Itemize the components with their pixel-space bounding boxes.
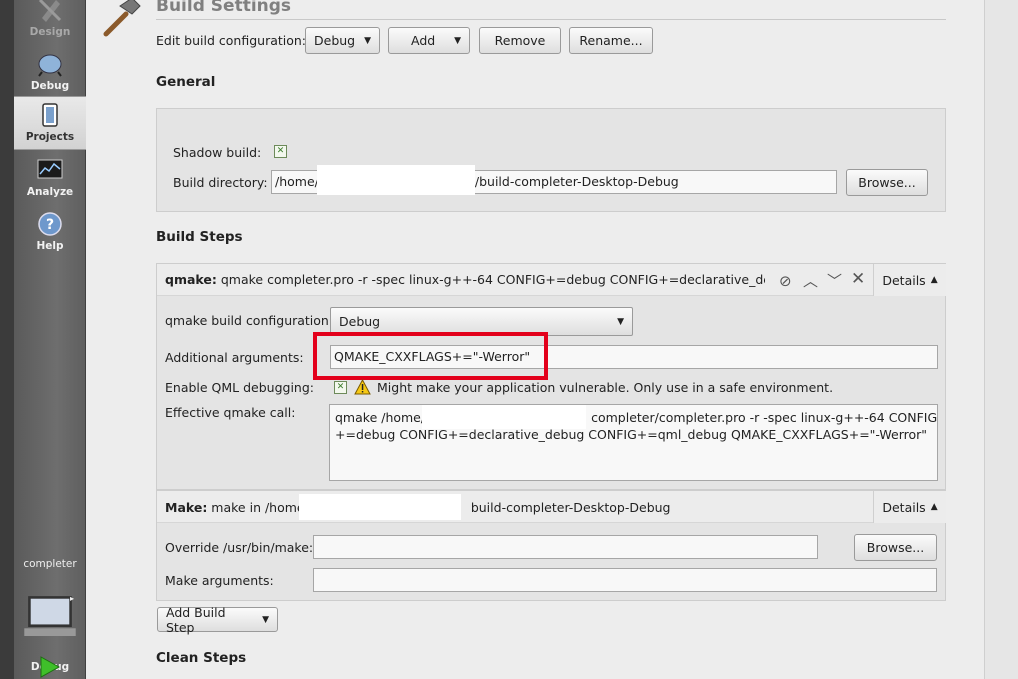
dropdown-arrow-icon: ▼ — [262, 614, 269, 625]
project-name: completer — [23, 558, 77, 570]
effective-call-prefix: qmake /home/ — [335, 410, 426, 425]
shadow-build-label: Shadow build: — [173, 145, 262, 160]
qmake-step-summary: qmake: qmake completer.pro -r -spec linu… — [165, 272, 765, 287]
mode-sidebar: Design Debug Projects Analyze ? Help com… — [14, 0, 86, 679]
chevron-up-icon: ▲ — [930, 275, 938, 285]
general-panel: Shadow build: ✕ Build directory: /home/ /… — [156, 108, 946, 212]
redacted-path — [317, 165, 475, 195]
projects-icon — [42, 103, 58, 127]
build-settings-page: Build Settings Edit build configuration:… — [86, 0, 984, 679]
additional-arguments-label: Additional arguments: — [165, 350, 304, 365]
highlight-box — [313, 332, 548, 380]
browse-build-dir-button[interactable]: Browse... — [846, 169, 928, 196]
build-dir-prefix: /home/ — [275, 174, 319, 189]
qmake-details-button[interactable]: Details ▲ — [873, 264, 946, 296]
add-build-step-label: Add Build Step — [166, 604, 226, 635]
qmake-details-label: Details — [882, 272, 926, 288]
qmake-step-panel: qmake: qmake completer.pro -r -spec linu… — [156, 263, 946, 490]
shadow-build-checkbox[interactable]: ✕ — [274, 145, 287, 158]
make-details-button[interactable]: Details ▲ — [873, 491, 946, 523]
mode-projects[interactable]: Projects — [14, 96, 86, 150]
remove-step-icon[interactable]: ✕ — [851, 269, 865, 289]
disable-step-icon[interactable]: ⊘ — [779, 272, 792, 290]
mode-debug-label: Debug — [30, 80, 70, 92]
build-dir-suffix: /build-completer-Desktop-Debug — [474, 174, 679, 189]
mode-debug[interactable]: Debug — [14, 46, 86, 100]
dropdown-arrow-icon: ▼ — [364, 35, 371, 46]
analyze-icon — [37, 159, 63, 179]
mode-analyze[interactable]: Analyze — [14, 152, 86, 206]
edit-config-label: Edit build configuration: — [156, 33, 307, 48]
right-scroll-area — [984, 0, 1018, 679]
title-divider — [156, 19, 946, 20]
make-step-suffix: build-completer-Desktop-Debug — [470, 500, 671, 515]
browse-make-button[interactable]: Browse... — [854, 534, 937, 561]
qmake-config-label: qmake build configuration: — [165, 313, 334, 328]
qmake-step-title: qmake: — [165, 272, 217, 287]
effective-qmake-label: Effective qmake call: — [165, 405, 296, 420]
redacted-path — [299, 494, 461, 520]
mode-design[interactable]: Design — [14, 0, 86, 46]
make-step-prefix: make in /home/ — [207, 500, 309, 515]
warning-icon — [354, 379, 371, 395]
config-select[interactable]: Debug ▼ — [305, 27, 380, 54]
run-icon[interactable] — [38, 655, 62, 679]
qml-debugging-label: Enable QML debugging: — [165, 380, 315, 395]
make-step-panel: Make: make in /home/build-completer-Desk… — [156, 490, 946, 601]
qmake-step-header: qmake: qmake completer.pro -r -spec linu… — [157, 264, 946, 296]
make-step-title: Make: — [165, 500, 208, 515]
help-icon: ? — [38, 212, 62, 236]
page-title: Build Settings — [156, 0, 292, 16]
window-edge — [0, 0, 14, 679]
make-details-label: Details — [882, 499, 926, 515]
effective-call-suffix: completer/completer.pro -r -spec linux-g… — [591, 410, 938, 425]
add-config-label: Add — [411, 33, 436, 48]
mode-projects-label: Projects — [25, 131, 75, 143]
add-config-button[interactable]: Add ▼ — [388, 27, 470, 54]
redacted-path — [422, 405, 586, 429]
clean-steps-heading: Clean Steps — [156, 650, 247, 666]
hammer-icon — [103, 0, 141, 37]
mode-design-label: Design — [29, 26, 71, 38]
qml-warning-text: Might make your application vulnerable. … — [377, 380, 834, 395]
qmake-step-command: qmake completer.pro -r -spec linux-g++-6… — [220, 272, 765, 287]
move-down-icon[interactable]: ﹀ — [827, 270, 842, 291]
make-arguments-label: Make arguments: — [165, 573, 274, 588]
design-icon — [38, 0, 62, 22]
dropdown-arrow-icon: ▼ — [617, 316, 624, 327]
move-up-icon[interactable]: ︿ — [803, 270, 818, 291]
dropdown-arrow-icon: ▼ — [454, 35, 461, 46]
chevron-up-icon: ▲ — [930, 502, 938, 512]
debug-icon — [38, 54, 62, 77]
remove-config-button[interactable]: Remove — [479, 27, 561, 54]
svg-text:?: ? — [46, 217, 54, 233]
mode-help[interactable]: ? Help — [14, 206, 86, 260]
rename-config-button[interactable]: Rename... — [569, 27, 653, 54]
override-make-input[interactable] — [313, 535, 818, 559]
config-select-value: Debug — [314, 33, 356, 48]
build-steps-heading: Build Steps — [156, 229, 243, 245]
effective-qmake-call: qmake /home/completer/completer.pro -r -… — [329, 404, 938, 481]
make-arguments-input[interactable] — [313, 568, 937, 592]
general-heading: General — [156, 74, 216, 90]
build-directory-label: Build directory: — [173, 175, 268, 190]
mode-analyze-label: Analyze — [26, 186, 74, 198]
qml-debugging-checkbox[interactable]: ✕ — [334, 381, 347, 394]
computer-icon — [24, 596, 76, 636]
qmake-config-value: Debug — [339, 314, 381, 329]
override-make-label: Override /usr/bin/make: — [165, 540, 314, 555]
chevron-right-icon: ▸ — [70, 594, 75, 603]
mode-help-label: Help — [36, 240, 64, 252]
add-build-step-button[interactable]: Add Build Step ▼ — [157, 604, 278, 635]
target-selector[interactable]: ▸ Debug — [14, 580, 86, 673]
make-step-header: Make: make in /home/build-completer-Desk… — [157, 491, 946, 523]
